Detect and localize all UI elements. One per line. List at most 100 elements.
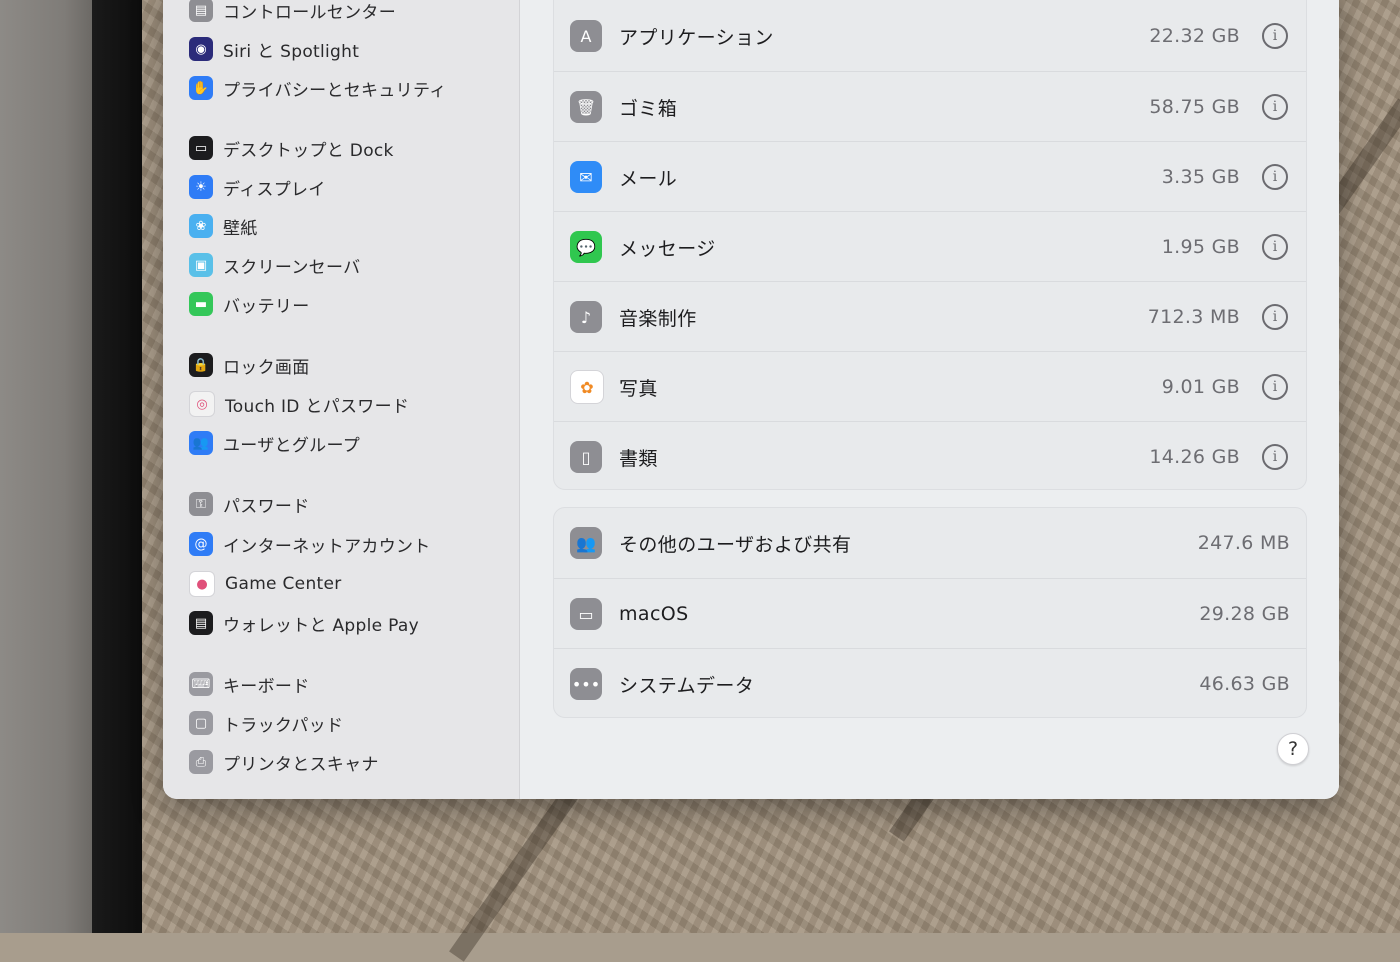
info-button[interactable]: i [1262, 444, 1288, 470]
sidebar-item[interactable]: 🔒 ロック画面 [189, 350, 310, 380]
help-button[interactable]: ? [1277, 733, 1309, 765]
sidebar-item-label: 壁紙 [223, 218, 258, 239]
sidebar-item-label: プライバシーとセキュリティ [223, 80, 447, 101]
dock-icon: ▭ [189, 136, 213, 160]
info-button[interactable]: i [1262, 23, 1288, 49]
storage-row-label: システムデータ [619, 674, 755, 697]
storage-row: 💬 メッセージ 1.95 GB i [554, 211, 1306, 282]
storage-row-label: ゴミ箱 [619, 97, 678, 120]
lock-icon: 🔒 [189, 353, 213, 377]
sidebar-item[interactable]: ⌨ キーボード [189, 669, 310, 699]
monitor-bezel-left [0, 0, 92, 933]
storage-row-label: メッセージ [619, 237, 716, 260]
wallpaper-icon: ❀ [189, 214, 213, 238]
storage-row-label: 音楽制作 [619, 307, 697, 330]
info-button[interactable]: i [1262, 94, 1288, 120]
info-button[interactable]: i [1262, 304, 1288, 330]
storage-row-label: メール [619, 167, 678, 190]
sidebar-item[interactable]: 👥 ユーザとグループ [189, 428, 360, 458]
sidebar-item[interactable]: ⚿ パスワード [189, 489, 310, 519]
wallet-icon: ▤ [189, 611, 213, 635]
sidebar-item[interactable]: ▣ スクリーンセーバ [189, 250, 360, 280]
sidebar-item[interactable]: ▭ デスクトップと Dock [189, 133, 394, 163]
storage-row-size: 712.3 MB [1147, 306, 1240, 328]
storage-row-label: その他のユーザおよび共有 [619, 533, 852, 556]
sidebar-item[interactable]: ❀ 壁紙 [189, 211, 258, 241]
storage-row-size: 3.35 GB [1161, 166, 1240, 188]
ellipsis-icon: ••• [570, 668, 602, 700]
sidebar-item-label: キーボード [223, 676, 310, 697]
sidebar-item[interactable]: ✋ プライバシーとセキュリティ [189, 73, 447, 103]
storage-row-size: 58.75 GB [1149, 96, 1240, 118]
sidebar-item-label: バッテリー [223, 296, 310, 317]
storage-row-size: 1.95 GB [1161, 236, 1240, 258]
monitor-bezel-black [92, 0, 142, 933]
storage-row: ▭ macOS 29.28 GB [554, 578, 1306, 649]
sidebar-item-label: デスクトップと Dock [223, 140, 394, 161]
sidebar-item-label: Siri と Spotlight [223, 41, 360, 62]
sidebar-item[interactable]: ▬ バッテリー [189, 289, 310, 319]
storage-row: ••• システムデータ 46.63 GB [554, 648, 1306, 719]
at-icon: @ [189, 532, 213, 556]
key-icon: ⚿ [189, 492, 213, 516]
storage-row: 🗑 ゴミ箱 58.75 GB i [554, 71, 1306, 142]
laptop-icon: ▭ [570, 598, 602, 630]
sidebar-item-label: ウォレットと Apple Pay [223, 615, 419, 636]
sidebar-item-label: ロック画面 [223, 357, 310, 378]
storage-row: ♪ 音楽制作 712.3 MB i [554, 281, 1306, 352]
siri-icon: ◉ [189, 37, 213, 61]
system-settings-window: ▤ コントロールセンター ◉ Siri と Spotlight ✋ プライバシーとセキュリ… [163, 0, 1339, 799]
sidebar: ▤ コントロールセンター ◉ Siri と Spotlight ✋ プライバシーとセキュリ… [163, 0, 520, 799]
screensaver-icon: ▣ [189, 253, 213, 277]
sidebar-item[interactable]: ▤ ウォレットと Apple Pay [189, 608, 419, 638]
storage-row: ▯ 書類 14.26 GB i [554, 421, 1306, 492]
mail-icon: ✉ [570, 161, 602, 193]
users-icon: 👥 [570, 527, 602, 559]
sidebar-item[interactable]: ● Game Center [189, 569, 342, 599]
sidebar-item[interactable]: ◉ Siri と Spotlight [189, 34, 359, 64]
fingerprint-icon: ◎ [189, 391, 215, 417]
storage-row: ✿ 写真 9.01 GB i [554, 351, 1306, 422]
photos-icon: ✿ [570, 370, 604, 404]
storage-row: 👥 その他のユーザおよび共有 247.6 MB [554, 508, 1306, 578]
storage-row-size: 14.26 GB [1149, 446, 1240, 468]
sidebar-item[interactable]: ▤ コントロールセンター [189, 0, 396, 25]
storage-row-size: 22.32 GB [1149, 25, 1240, 47]
document-icon: ▯ [570, 441, 602, 473]
info-button[interactable]: i [1262, 234, 1288, 260]
storage-row-size: 29.28 GB [1199, 603, 1290, 625]
battery-icon: ▬ [189, 292, 213, 316]
sidebar-item[interactable]: ◎ Touch ID とパスワード [189, 389, 409, 419]
sidebar-item-label: Touch ID とパスワード [225, 396, 410, 417]
hand-icon: ✋ [189, 76, 213, 100]
printer-icon: ⎙ [189, 750, 213, 774]
sidebar-item-label: インターネットアカウント [223, 536, 431, 557]
sidebar-item[interactable]: @ インターネットアカウント [189, 529, 431, 559]
storage-row: ✉ メール 3.35 GB i [554, 141, 1306, 212]
storage-row: A アプリケーション 22.32 GB i [554, 1, 1306, 71]
sidebar-item-label: Game Center [225, 574, 342, 594]
sidebar-item-label: パスワード [223, 496, 310, 517]
trash-icon: 🗑 [570, 91, 602, 123]
storage-row-label: macOS [619, 603, 689, 625]
sidebar-item-label: スクリーンセーバ [223, 257, 361, 278]
system-storage-group: 👥 その他のユーザおよび共有 247.6 MB ▭ macOS 29.28 GB ••• シス… [553, 507, 1307, 718]
storage-row-size: 46.63 GB [1199, 673, 1290, 695]
sidebar-item-label: ディスプレイ [223, 179, 326, 200]
storage-row-size: 9.01 GB [1161, 376, 1240, 398]
app-store-icon: A [570, 20, 602, 52]
users-icon: 👥 [189, 431, 213, 455]
storage-row-label: アプリケーション [619, 26, 774, 49]
sidebar-item-label: プリンタとスキャナ [223, 754, 379, 775]
sidebar-item[interactable]: ☀ ディスプレイ [189, 172, 326, 202]
messages-icon: 💬 [570, 231, 602, 263]
sidebar-item[interactable]: ⎙ プリンタとスキャナ [189, 747, 379, 777]
sidebar-item[interactable]: ▢ トラックパッド [189, 708, 343, 738]
storage-row-label: 写真 [619, 377, 658, 400]
trackpad-icon: ▢ [189, 711, 213, 735]
control-center-icon: ▤ [189, 0, 213, 22]
storage-row-label: 書類 [619, 447, 658, 470]
sidebar-item-label: コントロールセンター [223, 2, 396, 23]
info-button[interactable]: i [1262, 374, 1288, 400]
info-button[interactable]: i [1262, 164, 1288, 190]
